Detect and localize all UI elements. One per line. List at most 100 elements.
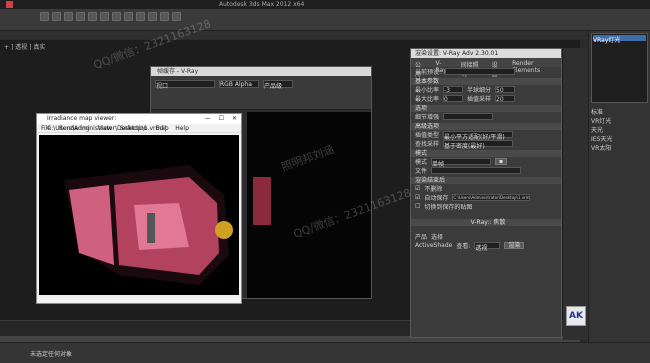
app-menu-icon[interactable] bbox=[6, 1, 13, 8]
render-setup-side-strip bbox=[563, 48, 588, 340]
file-field[interactable] bbox=[431, 167, 522, 174]
product-radio[interactable]: 产品 bbox=[415, 232, 427, 241]
snap-icon[interactable] bbox=[124, 12, 133, 21]
autosave-path[interactable]: C:\Users\Administrator\Desktop\1.vrmap bbox=[452, 194, 531, 201]
title-bar: Autodesk 3ds Max 2012 x64 bbox=[0, 0, 650, 9]
render-button[interactable]: 渲染 bbox=[504, 242, 525, 249]
vfb-dropdown[interactable]: 视口 bbox=[155, 80, 215, 90]
status-bar: 未选定任何对象 bbox=[0, 342, 650, 363]
menu-help[interactable]: Help bbox=[175, 124, 189, 132]
sample-lookup-label: 查找采样 bbox=[415, 141, 440, 148]
maximize-button[interactable]: ☐ bbox=[219, 114, 224, 124]
detail-enhance-field[interactable] bbox=[443, 113, 494, 120]
light-item[interactable]: 标准 bbox=[591, 107, 648, 116]
detail-enhance-label: 细节增强 bbox=[415, 114, 440, 121]
menu-file[interactable]: File bbox=[41, 124, 51, 132]
rs-tabs: 公用 V-Ray 间接照明 设置 Render Elements bbox=[411, 58, 561, 78]
rendered-object bbox=[253, 177, 271, 225]
switch-checkbox[interactable]: ☐ bbox=[415, 203, 420, 210]
rs-title: 渲染设置: V-Ray Adv 2.30.01 bbox=[411, 49, 561, 58]
preset-label: 当前预设: bbox=[415, 69, 442, 76]
tab-vray[interactable]: V-Ray bbox=[436, 60, 451, 74]
autosave-checkbox[interactable]: ☑ bbox=[415, 194, 420, 201]
dont-delete-checkbox[interactable]: ☑ bbox=[415, 185, 420, 192]
max-rate-label: 最大比率 bbox=[415, 96, 440, 103]
section-mode[interactable]: 模式 bbox=[411, 150, 561, 157]
rotate-icon[interactable] bbox=[100, 12, 109, 21]
vfb-channel[interactable]: RGB Alpha bbox=[219, 80, 259, 88]
render-setup-icon[interactable] bbox=[160, 12, 169, 21]
irradiance-map-viewer: Irradiance map viewer: C:\Users\Administ… bbox=[36, 113, 242, 304]
min-rate-field[interactable]: -3 bbox=[443, 86, 464, 94]
irr-title: Irradiance map viewer: C:\Users\Administ… bbox=[47, 115, 169, 132]
interp-type-dropdown[interactable]: 最小平方适配(好/平滑) bbox=[443, 131, 514, 141]
object-list[interactable]: VRay灯光 bbox=[591, 33, 648, 103]
section-options[interactable]: 选项 bbox=[411, 105, 561, 112]
preset-value[interactable]: 选择 bbox=[431, 232, 443, 241]
link-icon[interactable] bbox=[64, 12, 73, 21]
section-basic[interactable]: 基本参数 bbox=[411, 78, 561, 85]
app-title: Autodesk 3ds Max 2012 x64 bbox=[219, 1, 305, 8]
menu-selection[interactable]: Selection bbox=[120, 124, 148, 132]
sample-lookup-dropdown[interactable]: 基于密度(最好) bbox=[443, 140, 514, 150]
irradiance-points-svg bbox=[64, 165, 233, 285]
irr-titlebar: Irradiance map viewer: C:\Users\Administ… bbox=[37, 114, 241, 132]
irr-menu: File Rendering View Selection Edit Help bbox=[37, 124, 241, 133]
section-after-render[interactable]: 渲染结束后 bbox=[411, 177, 561, 184]
activeshade-radio[interactable]: ActiveShade bbox=[415, 242, 452, 249]
minimize-button[interactable]: — bbox=[205, 114, 211, 124]
light-item[interactable]: VR灯光 bbox=[591, 116, 648, 125]
mirror-icon[interactable] bbox=[136, 12, 145, 21]
max-rate-field[interactable]: 0 bbox=[443, 95, 464, 103]
switch-label: 切换到保存的贴图 bbox=[424, 204, 473, 211]
vfb-title: 帧缓存 - V-Ray bbox=[151, 67, 371, 76]
interp-type-label: 插值类型 bbox=[415, 132, 440, 139]
undo-icon[interactable] bbox=[40, 12, 49, 21]
selected-object[interactable]: VRay灯光 bbox=[593, 35, 646, 44]
main-toolbar bbox=[40, 12, 181, 21]
menu-view[interactable]: View bbox=[98, 124, 112, 132]
light-item[interactable]: IES天光 bbox=[591, 134, 648, 143]
hsph-label: 半球细分 bbox=[467, 87, 492, 94]
light-type-list: 标准 VR灯光 天光 IES天光 VR太阳 bbox=[589, 105, 650, 154]
redo-icon[interactable] bbox=[52, 12, 61, 21]
interp-samples-label: 插值采样 bbox=[467, 96, 492, 103]
light-item[interactable]: 天光 bbox=[591, 125, 648, 134]
hsph-field[interactable]: 50 bbox=[495, 86, 516, 94]
close-button[interactable]: ✕ bbox=[232, 114, 237, 124]
vfb-toolbar: 视口 RGB Alpha 产品级 bbox=[151, 76, 371, 110]
view-label: 查看: bbox=[456, 243, 471, 250]
light-item[interactable]: VR太阳 bbox=[591, 143, 648, 152]
menu-edit[interactable]: Edit bbox=[156, 124, 168, 132]
autosave-label: 自动保存 bbox=[424, 195, 449, 202]
tab-gi[interactable]: 间接照明 bbox=[461, 60, 482, 78]
viewport-label[interactable]: + ] 透视 ] 真实 bbox=[4, 42, 45, 51]
tab-settings[interactable]: 设置 bbox=[492, 60, 503, 78]
min-rate-label: 最小比率 bbox=[415, 87, 440, 94]
align-icon[interactable] bbox=[148, 12, 157, 21]
status-text: 未选定任何对象 bbox=[30, 351, 73, 358]
render-setup-dialog: 渲染设置: V-Ray Adv 2.30.01 公用 V-Ray 间接照明 设置… bbox=[410, 48, 562, 338]
move-icon[interactable] bbox=[88, 12, 97, 21]
render-icon[interactable] bbox=[172, 12, 181, 21]
tab-common[interactable]: 公用 bbox=[415, 60, 426, 78]
select-icon[interactable] bbox=[76, 12, 85, 21]
dont-delete-label: 不删除 bbox=[424, 186, 443, 193]
ribbon bbox=[0, 31, 650, 39]
vfb-preset[interactable]: 产品级 bbox=[263, 80, 293, 90]
section-caustics[interactable]: V-Ray:: 焦散 bbox=[411, 219, 561, 226]
mode-dropdown[interactable]: 单帧 bbox=[431, 158, 492, 168]
save-button[interactable]: ▪ bbox=[495, 158, 508, 165]
menu-rendering[interactable]: Rendering bbox=[59, 124, 90, 132]
scale-icon[interactable] bbox=[112, 12, 121, 21]
command-panel: VRay灯光 标准 VR灯光 天光 IES天光 VR太阳 bbox=[588, 31, 650, 342]
interp-samples-field[interactable]: 20 bbox=[495, 95, 516, 103]
preset-dropdown[interactable] bbox=[445, 68, 516, 75]
view-dropdown[interactable]: 透视 bbox=[474, 242, 501, 252]
irradiance-canvas[interactable] bbox=[39, 135, 239, 295]
file-label: 文件 bbox=[415, 168, 428, 175]
ak-logo: AK bbox=[566, 306, 586, 326]
section-advanced[interactable]: 高级选项 bbox=[411, 123, 561, 130]
mode-label: 模式 bbox=[415, 159, 428, 166]
tab-render-elements[interactable]: Render Elements bbox=[512, 60, 557, 74]
